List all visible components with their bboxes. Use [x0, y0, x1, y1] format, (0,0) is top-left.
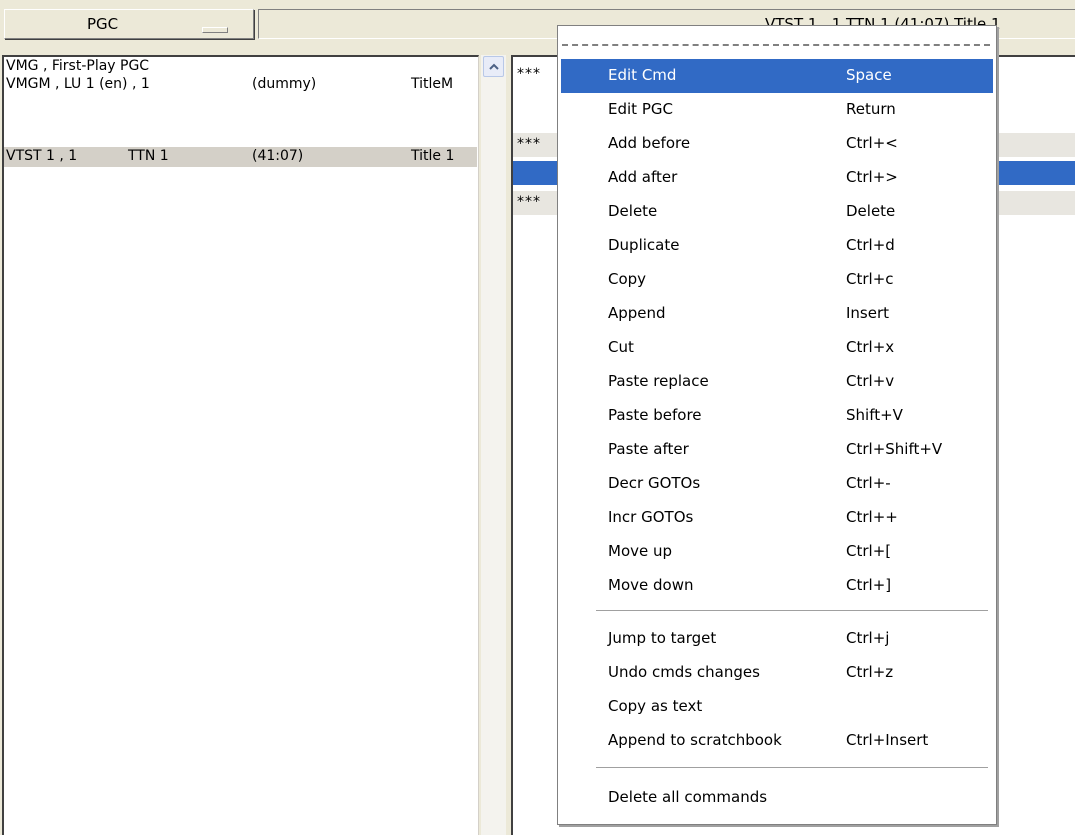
menu-item-delete-all-commands[interactable]: Delete all commands: [561, 781, 993, 815]
menu-item-label: Cut: [608, 338, 634, 356]
menu-item-edit-pgc[interactable]: Edit PGC Return: [561, 93, 993, 127]
menu-item-label: Duplicate: [608, 236, 680, 254]
menu-item-shortcut: Ctrl+>: [846, 168, 898, 186]
command-text: ***: [517, 66, 541, 82]
pgc-list-row[interactable]: VMG , First-Play PGC: [4, 57, 477, 77]
command-text: ***: [517, 194, 541, 210]
command-text: ***: [517, 136, 541, 152]
menu-item-label: Paste after: [608, 440, 689, 458]
menu-item-label: Delete all commands: [608, 788, 768, 806]
menu-item-paste-replace[interactable]: Paste replace Ctrl+v: [561, 365, 993, 399]
menu-item-label: Add after: [608, 168, 678, 186]
pgc-cell-title: Title 1: [411, 148, 455, 164]
menu-item-label: Undo cmds changes: [608, 663, 760, 681]
menu-item-shortcut: Delete: [846, 202, 896, 220]
menu-separator: [596, 610, 988, 611]
menu-item-delete[interactable]: Delete Delete: [561, 195, 993, 229]
menu-item-shortcut: Ctrl+Insert: [846, 731, 929, 749]
menu-item-label: Edit Cmd: [608, 66, 677, 84]
menu-item-shortcut: Shift+V: [846, 406, 903, 424]
menu-item-label: Move down: [608, 576, 694, 594]
menu-item-shortcut: Ctrl+j: [846, 629, 890, 647]
menu-item-add-after[interactable]: Add after Ctrl+>: [561, 161, 993, 195]
menu-item-paste-after[interactable]: Paste after Ctrl+Shift+V: [561, 433, 993, 467]
menu-item-label: Decr GOTOs: [608, 474, 701, 492]
menu-item-append-to-scratchbook[interactable]: Append to scratchbook Ctrl+Insert: [561, 724, 993, 758]
pgc-button-label: PGC: [87, 15, 119, 33]
pgc-cell-name: VTST 1 , 1: [6, 148, 78, 164]
pgc-list-row[interactable]: VMGM , LU 1 (en) , 1 (dummy) TitleM: [4, 75, 477, 95]
menu-item-shortcut: Return: [846, 100, 896, 118]
menu-item-shortcut: Ctrl+]: [846, 576, 892, 594]
pgc-list-row-selected[interactable]: VTST 1 , 1 TTN 1 (41:07) Title 1: [4, 147, 477, 167]
menu-item-cut[interactable]: Cut Ctrl+x: [561, 331, 993, 365]
pgc-list[interactable]: VMG , First-Play PGC VMGM , LU 1 (en) , …: [2, 55, 479, 835]
menu-tearoff-line[interactable]: [562, 44, 990, 46]
menu-item-add-before[interactable]: Add before Ctrl+<: [561, 127, 993, 161]
menu-item-label: Delete: [608, 202, 658, 220]
menu-item-label: Add before: [608, 134, 691, 152]
vertical-scrollbar[interactable]: [481, 55, 506, 835]
menu-item-copy-as-text[interactable]: Copy as text: [561, 690, 993, 724]
menu-separator: [596, 767, 988, 768]
menu-item-label: Copy as text: [608, 697, 703, 715]
menu-item-shortcut: Ctrl+x: [846, 338, 895, 356]
menu-item-shortcut: Ctrl+[: [846, 542, 892, 560]
pgc-cell-duration: (41:07): [252, 148, 304, 164]
menu-item-label: Incr GOTOs: [608, 508, 694, 526]
menu-item-label: Paste replace: [608, 372, 709, 390]
pgc-dropdown-button[interactable]: PGC: [4, 9, 254, 39]
menu-item-move-up[interactable]: Move up Ctrl+[: [561, 535, 993, 569]
menu-item-copy[interactable]: Copy Ctrl+c: [561, 263, 993, 297]
menu-item-shortcut: Ctrl+d: [846, 236, 895, 254]
menu-item-shortcut: Space: [846, 66, 892, 84]
menu-item-shortcut: Ctrl+v: [846, 372, 895, 390]
menu-item-shortcut: Ctrl+-: [846, 474, 891, 492]
menu-item-shortcut: Ctrl+<: [846, 134, 898, 152]
menu-item-undo-cmds-changes[interactable]: Undo cmds changes Ctrl+z: [561, 656, 993, 690]
scroll-up-arrow-icon: [489, 63, 499, 70]
menu-item-shortcut: Ctrl+z: [846, 663, 894, 681]
menu-item-decr-gotos[interactable]: Decr GOTOs Ctrl+-: [561, 467, 993, 501]
pgc-cell-title: TitleM: [411, 76, 454, 92]
pgc-cell-name: VMG , First-Play PGC: [6, 58, 150, 74]
menu-item-jump-to-target[interactable]: Jump to target Ctrl+j: [561, 622, 993, 656]
pgc-cell-ttn: TTN 1: [128, 148, 169, 164]
scroll-up-button[interactable]: [483, 56, 504, 77]
menu-item-shortcut: Ctrl+c: [846, 270, 894, 288]
menu-item-move-down[interactable]: Move down Ctrl+]: [561, 569, 993, 603]
pgc-list-row[interactable]: [4, 95, 477, 115]
menu-item-paste-before[interactable]: Paste before Shift+V: [561, 399, 993, 433]
menu-item-label: Jump to target: [608, 629, 717, 647]
menu-item-edit-cmd[interactable]: Edit Cmd Space: [561, 59, 993, 93]
context-menu: Edit Cmd Space Edit PGC Return Add befor…: [557, 25, 997, 825]
pgc-cell-name: VMGM , LU 1 (en) , 1: [6, 76, 150, 92]
menu-item-label: Append to scratchbook: [608, 731, 782, 749]
menu-item-shortcut: Insert: [846, 304, 890, 322]
menu-item-incr-gotos[interactable]: Incr GOTOs Ctrl++: [561, 501, 993, 535]
menu-item-label: Copy: [608, 270, 647, 288]
pgc-cell-duration: (dummy): [252, 76, 317, 92]
menu-item-duplicate[interactable]: Duplicate Ctrl+d: [561, 229, 993, 263]
menu-item-label: Edit PGC: [608, 100, 673, 118]
menu-item-shortcut: Ctrl+Shift+V: [846, 440, 943, 458]
menu-item-shortcut: Ctrl++: [846, 508, 898, 526]
menu-item-append[interactable]: Append Insert: [561, 297, 993, 331]
menu-item-label: Append: [608, 304, 666, 322]
menu-item-label: Paste before: [608, 406, 702, 424]
dropdown-icon: [202, 27, 228, 33]
menu-item-label: Move up: [608, 542, 673, 560]
